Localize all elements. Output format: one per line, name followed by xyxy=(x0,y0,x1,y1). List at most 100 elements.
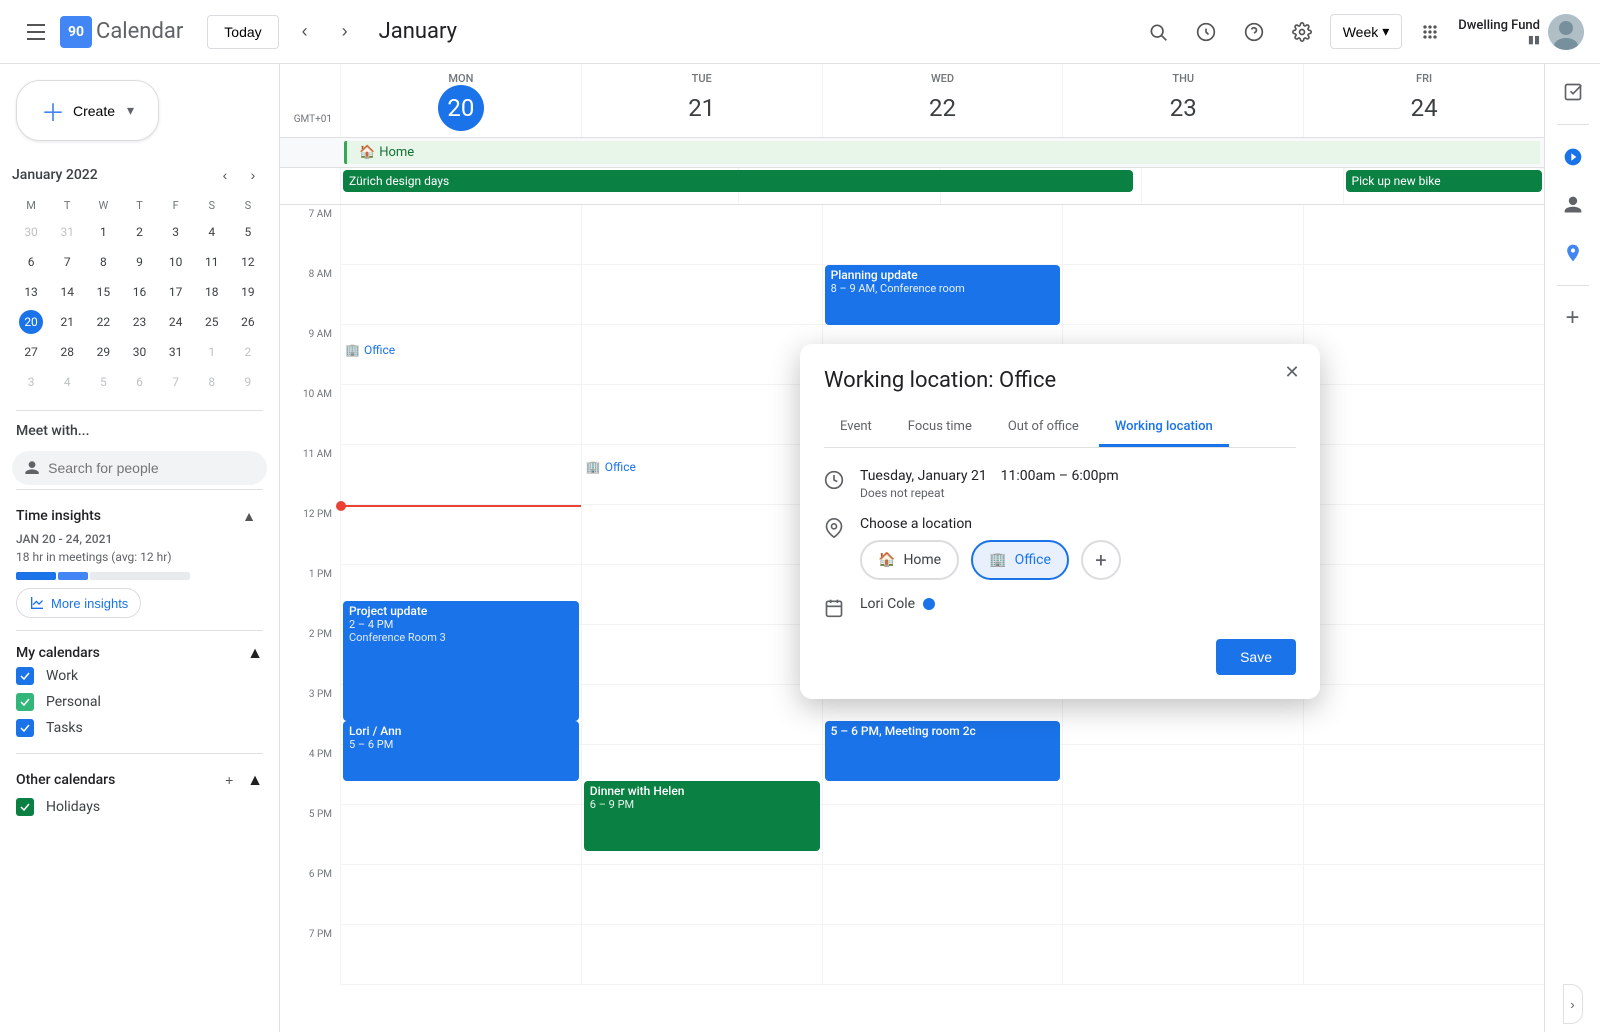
calendar-icon xyxy=(824,598,844,623)
meeting-room-title: 5 – 6 PM, Meeting room 2c xyxy=(831,724,1055,738)
day-header-tue[interactable]: TUE 21 xyxy=(581,64,822,137)
logo-icon: 90 xyxy=(60,16,92,48)
google-apps-button[interactable] xyxy=(1410,12,1450,52)
office-icon-mon: 🏢 xyxy=(345,343,360,357)
personal-checkbox[interactable] xyxy=(16,693,34,711)
view-selector-button[interactable]: Week ▾ xyxy=(1330,14,1403,49)
working-loc-tue[interactable]: 🏢 Office xyxy=(586,460,636,474)
planning-update-time: 8 – 9 AM, Conference room xyxy=(831,282,1055,295)
insights-title: Time insights xyxy=(16,508,101,524)
event-dinner-helen[interactable]: Dinner with Helen 6 – 9 PM xyxy=(584,781,820,851)
working-loc-mon[interactable]: 🏢 Office xyxy=(345,343,395,357)
meet-sidebar-button[interactable] xyxy=(1553,137,1593,177)
insights-collapse-button[interactable]: ▲ xyxy=(235,502,263,530)
calendar-item-holidays[interactable]: Holidays xyxy=(16,794,263,820)
help-icon xyxy=(1244,22,1264,42)
day-header-thu[interactable]: THU 23 xyxy=(1062,64,1303,137)
work-checkbox[interactable] xyxy=(16,667,34,685)
next-week-button[interactable]: › xyxy=(327,14,363,50)
holidays-checkbox[interactable] xyxy=(16,798,34,816)
today-button[interactable]: Today xyxy=(207,15,278,49)
popup-tab-event[interactable]: Event xyxy=(824,409,888,447)
add-location-button[interactable]: + xyxy=(1081,540,1121,580)
calendar-item-tasks[interactable]: Tasks xyxy=(16,715,263,741)
calendar-item-personal[interactable]: Personal xyxy=(16,689,263,715)
week-header: GMT+01 MON 20 TUE 21 WED 22 THU 23 FRI 2… xyxy=(280,64,1544,138)
maps-sidebar-button[interactable] xyxy=(1553,233,1593,273)
main-layout: ＋ Create ▾ January 2022 ‹ › MTWTFSS 3031… xyxy=(0,64,1600,1032)
event-pickup-bike[interactable]: Pick up new bike xyxy=(1346,170,1543,192)
other-calendars-header[interactable]: Other calendars + ▲ xyxy=(16,766,263,794)
bar-segment-1 xyxy=(16,572,56,580)
owner-calendar-dot xyxy=(923,598,935,610)
time-4pm: 4 PM xyxy=(280,745,340,805)
popup-close-button[interactable]: ✕ xyxy=(1276,356,1308,388)
day-col-tue: 🏢 Office Dinner with Helen 6 – 9 PM xyxy=(581,205,822,985)
expand-panel-button[interactable]: › xyxy=(1563,984,1583,1024)
bar-segment-2 xyxy=(58,572,88,580)
menu-button[interactable] xyxy=(16,12,56,52)
popup-save-button[interactable]: Save xyxy=(1216,639,1296,675)
time-insights-section: Time insights ▲ JAN 20 - 24, 2021 18 hr … xyxy=(0,494,279,626)
mini-next-month-button[interactable]: › xyxy=(239,161,267,189)
calendar-holidays-label: Holidays xyxy=(46,799,100,815)
day-header-fri[interactable]: FRI 24 xyxy=(1303,64,1544,137)
create-button[interactable]: ＋ Create ▾ xyxy=(16,80,159,141)
location-chip-office[interactable]: 🏢 Office xyxy=(971,540,1069,580)
popup-tab-ooo[interactable]: Out of office xyxy=(992,409,1095,447)
event-lori-ann[interactable]: Lori / Ann 5 – 6 PM xyxy=(343,721,579,781)
popup-datetime-row: Tuesday, January 21 11:00am – 6:00pm Doe… xyxy=(824,468,1296,500)
event-meeting-room[interactable]: 5 – 6 PM, Meeting room 2c xyxy=(825,721,1061,781)
other-cal-chevron-icon: ▲ xyxy=(247,770,263,790)
event-planning-update[interactable]: Planning update 8 – 9 AM, Conference roo… xyxy=(825,265,1061,325)
mini-cal-header: January 2022 ‹ › xyxy=(12,157,267,193)
person-sidebar-button[interactable] xyxy=(1553,185,1593,225)
tasks-checkbox[interactable] xyxy=(16,719,34,737)
right-add-button[interactable]: + xyxy=(1553,298,1593,338)
now-dot xyxy=(336,501,346,511)
lori-ann-time: 5 – 6 PM xyxy=(349,738,573,751)
status-button[interactable] xyxy=(1186,12,1226,52)
location-chip-home[interactable]: 🏠 Home xyxy=(860,540,959,580)
search-button[interactable] xyxy=(1138,12,1178,52)
all-day-row: Zürich design days Pick up new bike xyxy=(280,168,1544,205)
calendar-work-label: Work xyxy=(46,668,78,684)
search-people-input[interactable] xyxy=(12,451,267,485)
popup-tab-working-location[interactable]: Working location xyxy=(1099,409,1229,447)
avatar[interactable] xyxy=(1548,14,1584,50)
popup-datetime-content: Tuesday, January 21 11:00am – 6:00pm Doe… xyxy=(860,468,1296,500)
mini-prev-month-button[interactable]: ‹ xyxy=(211,161,239,189)
help-button[interactable] xyxy=(1234,12,1274,52)
meet-with-header: Meet with... xyxy=(0,415,279,447)
prev-week-button[interactable]: ‹ xyxy=(287,14,323,50)
home-banner[interactable]: 🏠 Home xyxy=(344,141,1540,164)
day-header-wed[interactable]: WED 22 xyxy=(822,64,1063,137)
my-calendars-section: My calendars ▲ Work Personal Tasks xyxy=(0,635,279,749)
zurich-design-title: Zürich design days xyxy=(349,174,449,188)
settings-button[interactable] xyxy=(1282,12,1322,52)
search-people-field[interactable] xyxy=(48,460,255,476)
meet-with-title: Meet with... xyxy=(16,423,89,439)
event-zurich-design[interactable]: Zürich design days xyxy=(343,170,1133,192)
nav-arrows: ‹ › xyxy=(287,14,363,50)
popup-tab-focus[interactable]: Focus time xyxy=(892,409,988,447)
add-other-calendar-button[interactable]: + xyxy=(215,766,243,794)
day-col-mon: 🏢 Office Project update 2 – 4 PM Confere… xyxy=(340,205,581,985)
lori-ann-title: Lori / Ann xyxy=(349,724,573,738)
insights-header: Time insights ▲ xyxy=(16,502,263,530)
calendar-owner-name: Lori Cole xyxy=(860,596,915,612)
event-project-update[interactable]: Project update 2 – 4 PM Conference Room … xyxy=(343,601,579,721)
nav-right-actions: Week ▾ Dwelling Fund ▮▮ xyxy=(1138,12,1584,52)
calendar-item-work[interactable]: Work xyxy=(16,663,263,689)
home-label: Home xyxy=(379,145,414,160)
my-calendars-header[interactable]: My calendars ▲ xyxy=(16,643,263,663)
chevron-down-icon: ▾ xyxy=(1382,23,1389,40)
time-6pm: 6 PM xyxy=(280,865,340,925)
more-insights-button[interactable]: More insights xyxy=(16,588,141,618)
clock-icon xyxy=(824,470,844,495)
maps-icon xyxy=(1563,243,1583,263)
day-header-mon[interactable]: MON 20 xyxy=(340,64,581,137)
tasks-sidebar-button[interactable] xyxy=(1553,72,1593,112)
other-calendars-section: Other calendars + ▲ Holidays xyxy=(0,758,279,828)
time-8am: 8 AM xyxy=(280,265,340,325)
